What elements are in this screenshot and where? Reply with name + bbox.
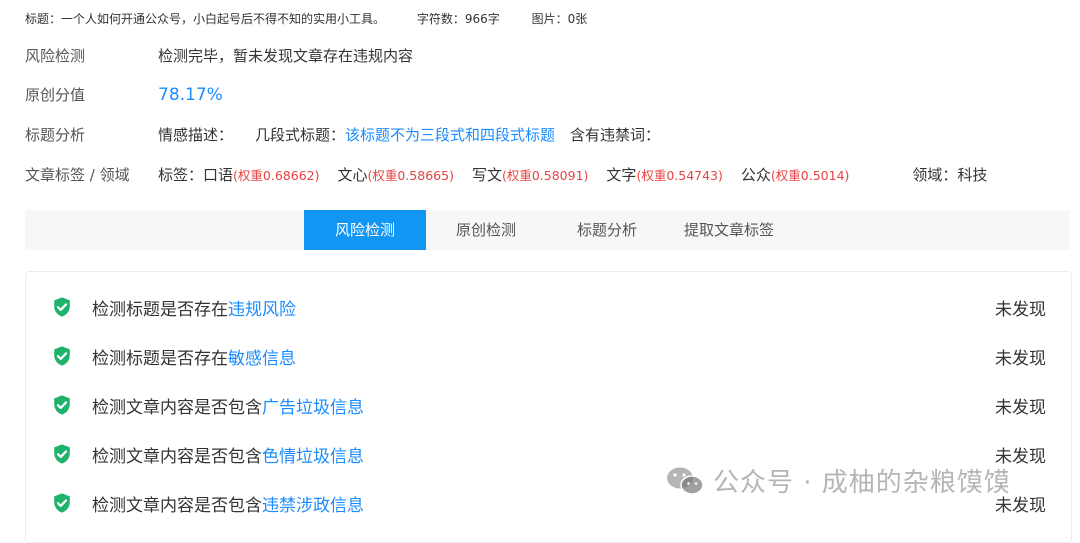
segment-value: 该标题不为三段式和四段式标题 — [345, 126, 556, 144]
article-info-line: 标题：一个人如何开通公众号，小白起号后不得不知的实用小工具。 字符数：966字 … — [25, 10, 615, 27]
shield-check-icon — [54, 346, 70, 366]
article-title: 标题：一个人如何开通公众号，小白起号后不得不知的实用小工具。 — [25, 12, 386, 26]
check-highlight: 色情垃圾信息 — [262, 446, 364, 467]
shield-check-icon — [54, 444, 70, 464]
check-highlight: 违规风险 — [228, 299, 296, 320]
watermark: 公众号 · 成柚的杂粮馍馍 — [665, 462, 1011, 499]
shield-check-icon — [54, 395, 70, 415]
tags-row: 文章标签 / 领域 标签： 口语(权重0.68662) 文心(权重0.58665… — [25, 164, 987, 185]
title-analysis-row: 标题分析 情感描述： 几段式标题： 该标题不为三段式和四段式标题 含有违禁词： — [25, 124, 660, 145]
tag-item: 公众(权重0.5014) — [740, 166, 850, 184]
tab-bar: 风险检测 原创检测 标题分析 提取文章标签 — [25, 210, 1070, 250]
tags-prefix: 标签： — [158, 166, 204, 184]
check-result: 未发现 — [995, 397, 1046, 418]
wechat-icon — [667, 467, 704, 495]
tag-item: 文字(权重0.54743) — [606, 166, 723, 184]
check-text: 检测文章内容是否包含 — [92, 397, 262, 418]
original-score: 78.17% — [158, 84, 223, 105]
emotion-label: 情感描述： — [158, 126, 234, 144]
check-text: 检测标题是否存在 — [92, 348, 228, 369]
watermark-text: 公众号 · 成柚的杂粮馍馍 — [713, 468, 1011, 498]
check-text: 检测标题是否存在 — [92, 299, 228, 320]
check-highlight: 广告垃圾信息 — [262, 397, 364, 418]
title-analysis-label: 标题分析 — [25, 126, 86, 144]
domain-value: 领域：科技 — [912, 166, 988, 184]
risk-row: 风险检测 检测完毕，暂未发现文章存在违规内容 — [25, 45, 413, 66]
check-text: 检测文章内容是否包含 — [92, 446, 262, 467]
segment-label: 几段式标题： — [255, 126, 346, 144]
tab-risk-check[interactable]: 风险检测 — [304, 210, 426, 250]
check-result: 未发现 — [995, 299, 1046, 320]
check-text: 检测文章内容是否包含 — [92, 495, 262, 516]
shield-check-icon — [54, 493, 70, 513]
char-count: 字符数：966字 — [416, 12, 500, 26]
banned-words-label: 含有违禁词： — [570, 126, 661, 144]
tags-label: 文章标签 / 领域 — [25, 166, 130, 184]
check-item: 检测文章内容是否包含 广告垃圾信息 未发现 — [51, 390, 1046, 420]
shield-check-icon — [54, 297, 70, 317]
tab-title-analysis[interactable]: 标题分析 — [546, 210, 668, 250]
original-label: 原创分值 — [25, 86, 86, 104]
check-item: 检测标题是否存在 敏感信息 未发现 — [51, 341, 1046, 371]
tag-item: 写文(权重0.58091) — [471, 166, 589, 184]
check-results-panel: 检测标题是否存在 违规风险 未发现 检测标题是否存在 敏感信息 未发现 检测文章内容… — [25, 271, 1072, 543]
tab-original-check[interactable]: 原创检测 — [426, 210, 546, 250]
risk-value: 检测完毕，暂未发现文章存在违规内容 — [158, 47, 414, 65]
check-highlight: 敏感信息 — [228, 348, 296, 369]
check-highlight: 违禁涉政信息 — [262, 495, 364, 516]
tag-item: 文心(权重0.58665) — [337, 166, 454, 184]
risk-label: 风险检测 — [25, 47, 86, 65]
check-item: 检测标题是否存在 违规风险 未发现 — [51, 292, 1046, 322]
tag-item: 口语(权重0.68662) — [203, 166, 320, 184]
original-row: 原创分值 78.17% — [25, 84, 223, 105]
tab-extract-tags[interactable]: 提取文章标签 — [668, 210, 790, 250]
check-result: 未发现 — [995, 348, 1046, 369]
image-count: 图片：0张 — [531, 12, 588, 26]
